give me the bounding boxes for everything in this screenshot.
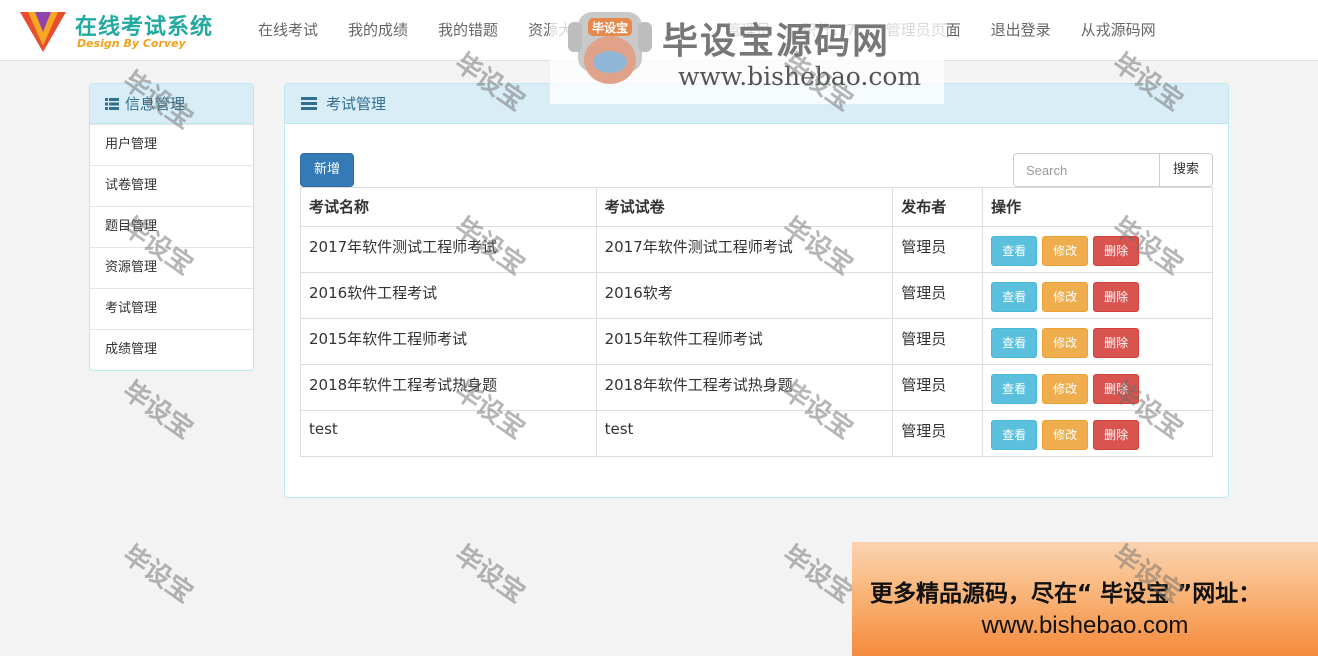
- cell-publisher: 管理员: [892, 410, 984, 457]
- table-header-row: 考试名称 考试试卷 发布者 操作: [300, 187, 1213, 227]
- brand-logo[interactable]: 在线考试系统 Design By Corvey: [18, 4, 233, 56]
- bars-icon: [301, 97, 317, 110]
- edit-button[interactable]: 修改: [1042, 374, 1089, 404]
- col-publisher: 发布者: [892, 187, 984, 227]
- cell-publisher: 管理员: [892, 226, 984, 273]
- table-row: 2015年软件工程师考试 2015年软件工程师考试 管理员 查看 修改 删除: [300, 318, 1213, 365]
- watermark-text: 毕设宝: [117, 375, 199, 446]
- table-row: 2016软件工程考试 2016软考 管理员 查看 修改 删除: [300, 272, 1213, 319]
- cell-exam-name: test: [300, 410, 597, 457]
- add-exam-button[interactable]: 新增: [300, 153, 354, 187]
- nav-source-site[interactable]: 从戎源码网: [1066, 0, 1171, 60]
- watermark-text: 毕设宝: [777, 539, 859, 610]
- sidebar-header: 信息管理: [90, 84, 253, 124]
- main-panel-header: 考试管理: [285, 84, 1228, 124]
- cell-actions: 查看 修改 删除: [982, 272, 1213, 319]
- edit-button[interactable]: 修改: [1042, 328, 1089, 358]
- sidebar-item-exams[interactable]: 考试管理: [90, 288, 253, 329]
- exam-table: 考试名称 考试试卷 发布者 操作 2017年软件测试工程师考试 2017年软件测…: [300, 187, 1213, 457]
- delete-button[interactable]: 删除: [1093, 236, 1140, 266]
- delete-button[interactable]: 删除: [1093, 328, 1140, 358]
- cell-publisher: 管理员: [892, 364, 984, 411]
- delete-button[interactable]: 删除: [1093, 282, 1140, 312]
- edit-button[interactable]: 修改: [1042, 420, 1089, 450]
- sidebar-panel: 信息管理 用户管理 试卷管理 题目管理 资源管理 考试管理 成绩管理: [89, 83, 254, 371]
- cell-publisher: 管理员: [892, 272, 984, 319]
- sidebar-title: 信息管理: [125, 94, 186, 113]
- cell-actions: 查看 修改 删除: [982, 364, 1213, 411]
- sidebar-item-papers[interactable]: 试卷管理: [90, 165, 253, 206]
- view-button[interactable]: 查看: [991, 420, 1038, 450]
- promo-url: www.bishebao.com: [981, 612, 1189, 639]
- cell-exam-name: 2015年软件工程师考试: [300, 318, 597, 365]
- nav-logout[interactable]: 退出登录: [976, 0, 1066, 60]
- col-exam-paper: 考试试卷: [595, 187, 894, 227]
- view-button[interactable]: 查看: [991, 328, 1038, 358]
- table-row: 2017年软件测试工程师考试 2017年软件测试工程师考试 管理员 查看 修改 …: [300, 226, 1213, 273]
- cell-publisher: 管理员: [892, 318, 984, 365]
- col-actions: 操作: [982, 187, 1213, 227]
- cell-actions: 查看 修改 删除: [982, 318, 1213, 365]
- cell-exam-paper: 2018年软件工程考试热身题: [595, 364, 894, 411]
- nav-username[interactable]: 管理员: [711, 0, 786, 60]
- promo-text: 更多精品源码，尽在“ 毕设宝 ”网址：: [870, 581, 1262, 607]
- main-panel-title: 考试管理: [326, 94, 387, 113]
- nav-my-mistakes[interactable]: 我的错题: [423, 0, 513, 60]
- nav-points: 积分：7: [801, 21, 856, 39]
- nav-links: 在线考试 我的成绩 我的错题 资源大全 管理员 积分：7 管理员页面 退出登录 …: [243, 0, 1171, 60]
- cell-exam-name: 2018年软件工程考试热身题: [300, 364, 597, 411]
- search-button[interactable]: 搜索: [1160, 153, 1213, 187]
- table-row: 2018年软件工程考试热身题 2018年软件工程考试热身题 管理员 查看 修改 …: [300, 364, 1213, 411]
- top-navbar: 在线考试系统 Design By Corvey 在线考试 我的成绩 我的错题 资…: [0, 0, 1318, 61]
- delete-button[interactable]: 删除: [1093, 420, 1140, 450]
- search-input[interactable]: [1013, 153, 1160, 187]
- view-button[interactable]: 查看: [991, 282, 1038, 312]
- nav-admin-page[interactable]: 管理员页面: [871, 0, 976, 60]
- search-group: 搜索: [1013, 153, 1213, 187]
- cell-exam-name: 2016软件工程考试: [300, 272, 597, 319]
- cell-exam-paper: 2015年软件工程师考试: [595, 318, 894, 365]
- watermark-text: 毕设宝: [449, 539, 531, 610]
- nav-resources[interactable]: 资源大全: [513, 0, 603, 60]
- edit-button[interactable]: 修改: [1042, 282, 1089, 312]
- cell-actions: 查看 修改 删除: [982, 226, 1213, 273]
- cell-exam-paper: 2017年软件测试工程师考试: [595, 226, 894, 273]
- watermark-text: 毕设宝: [117, 539, 199, 610]
- cell-exam-name: 2017年软件测试工程师考试: [300, 226, 597, 273]
- sidebar-item-questions[interactable]: 题目管理: [90, 206, 253, 247]
- nav-online-exam[interactable]: 在线考试: [243, 0, 333, 60]
- promo-banner: 更多精品源码，尽在“ 毕设宝 ”网址： www.bishebao.com: [852, 542, 1318, 656]
- brand-subtitle: Design By Corvey: [77, 37, 186, 50]
- table-row: test test 管理员 查看 修改 删除: [300, 410, 1213, 457]
- cell-actions: 查看 修改 删除: [982, 410, 1213, 457]
- sidebar-item-scores[interactable]: 成绩管理: [90, 329, 253, 370]
- delete-button[interactable]: 删除: [1093, 374, 1140, 404]
- cell-exam-paper: 2016软考: [595, 272, 894, 319]
- edit-button[interactable]: 修改: [1042, 236, 1089, 266]
- nav-my-scores[interactable]: 我的成绩: [333, 0, 423, 60]
- cell-exam-paper: test: [595, 410, 894, 457]
- sidebar-item-users[interactable]: 用户管理: [90, 124, 253, 165]
- list-icon: [105, 97, 119, 110]
- view-button[interactable]: 查看: [991, 236, 1038, 266]
- exam-management-panel: 考试管理 新增 搜索 考试名称 考试试卷 发布者 操作 2017年软件测试工程师…: [284, 83, 1229, 498]
- view-button[interactable]: 查看: [991, 374, 1038, 404]
- v-logo-icon: [20, 12, 66, 52]
- col-exam-name: 考试名称: [300, 187, 597, 227]
- sidebar-item-resources[interactable]: 资源管理: [90, 247, 253, 288]
- watermark-text: 毕设宝: [1107, 539, 1189, 610]
